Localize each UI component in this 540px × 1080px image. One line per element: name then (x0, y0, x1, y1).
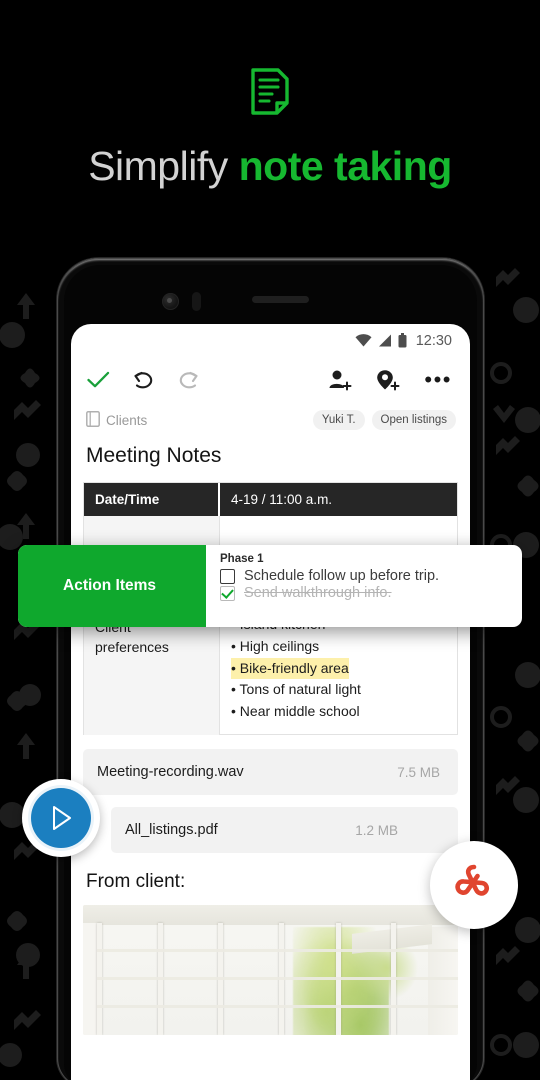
pdf-file-badge[interactable] (430, 841, 518, 929)
headline-accent: note taking (238, 143, 453, 189)
table-header-label: Date/Time (84, 483, 220, 516)
phase-label: Phase 1 (220, 553, 264, 565)
tag-chip[interactable]: Yuki T. (312, 410, 365, 430)
note-toolbar: ••• (71, 357, 470, 402)
table-header-value[interactable]: 4-19 / 11:00 a.m. (220, 483, 457, 516)
list-item[interactable]: • Near middle school (231, 701, 360, 723)
list-item[interactable]: • High ceilings (231, 636, 319, 658)
front-camera-icon (162, 293, 179, 310)
status-bar: 12:30 (71, 324, 470, 357)
table-row: Date/Time 4-19 / 11:00 a.m. (84, 483, 457, 516)
note-tags: Yuki T. Open listings (312, 410, 456, 430)
undo-icon[interactable] (132, 370, 155, 390)
checkmark-icon[interactable] (87, 371, 110, 389)
attachment-name: All_listings.pdf (125, 822, 218, 839)
breadcrumb-label: Clients (106, 412, 148, 428)
page-title: Simplify note taking (0, 143, 540, 190)
action-items-checklist: Phase 1 Schedule follow up before trip. … (206, 545, 522, 627)
redo-icon[interactable] (177, 370, 200, 390)
phone-bezel: 12:30 ••• Clients Yuki T. Open listings … (64, 265, 477, 1080)
from-client-label: From client: (86, 871, 186, 893)
more-options-icon[interactable]: ••• (424, 368, 452, 390)
proximity-sensor-icon (192, 292, 201, 311)
action-items-title: Action Items (63, 577, 157, 594)
battery-icon (398, 333, 407, 348)
headline-plain: Simplify (88, 143, 239, 189)
add-tag-icon[interactable] (376, 369, 400, 391)
notebook-icon (86, 410, 100, 430)
action-items-card: Action Items Phase 1 Schedule follow up … (18, 545, 522, 627)
attachments-list: Meeting-recording.wav 7.5 MB All_listing… (71, 735, 470, 854)
attachment-name: Meeting-recording.wav (97, 764, 244, 781)
cell-signal-icon (378, 334, 392, 347)
checkbox-unchecked-icon[interactable] (220, 568, 235, 584)
list-item[interactable]: • Tons of natural light (231, 679, 361, 701)
checklist-item[interactable]: Schedule follow up before trip. (220, 568, 512, 584)
add-person-icon[interactable] (328, 369, 352, 391)
note-document-icon (248, 66, 292, 116)
checklist-item-label: Schedule follow up before trip. (244, 568, 440, 584)
adobe-acrobat-pdf-icon (455, 864, 489, 896)
tag-chip[interactable]: Open listings (371, 410, 456, 430)
wifi-icon (355, 334, 372, 347)
promo-screenshot: Simplify note taking 12:30 ••• Clients Y… (0, 0, 540, 1080)
earpiece-speaker-icon (252, 296, 309, 303)
checklist-item-label: Send walkthrough info. (244, 585, 392, 601)
phone-mockup: 12:30 ••• Clients Yuki T. Open listings … (57, 258, 484, 1080)
checklist-item-done[interactable]: Send walkthrough info. (220, 585, 512, 601)
breadcrumb[interactable]: Clients (86, 410, 148, 430)
list-item-highlighted[interactable]: • Bike-friendly area (231, 657, 349, 680)
play-icon (31, 788, 91, 848)
attachment-size: 7.5 MB (397, 764, 440, 780)
attachment-row-audio[interactable]: Meeting-recording.wav 7.5 MB (83, 749, 458, 796)
checkbox-checked-icon[interactable] (220, 585, 235, 601)
action-items-title-block: Action Items (18, 545, 206, 627)
room-photo[interactable] (83, 905, 458, 1036)
promo-header: Simplify note taking (0, 0, 540, 230)
attachment-size: 1.2 MB (355, 822, 398, 838)
status-time: 12:30 (415, 332, 452, 349)
attachment-row-pdf[interactable]: All_listings.pdf 1.2 MB (111, 807, 458, 854)
phone-screen: 12:30 ••• Clients Yuki T. Open listings … (71, 324, 470, 1080)
audio-play-button[interactable] (22, 779, 100, 857)
note-meta-row: Clients Yuki T. Open listings (71, 402, 470, 430)
note-title[interactable]: Meeting Notes (71, 430, 470, 468)
